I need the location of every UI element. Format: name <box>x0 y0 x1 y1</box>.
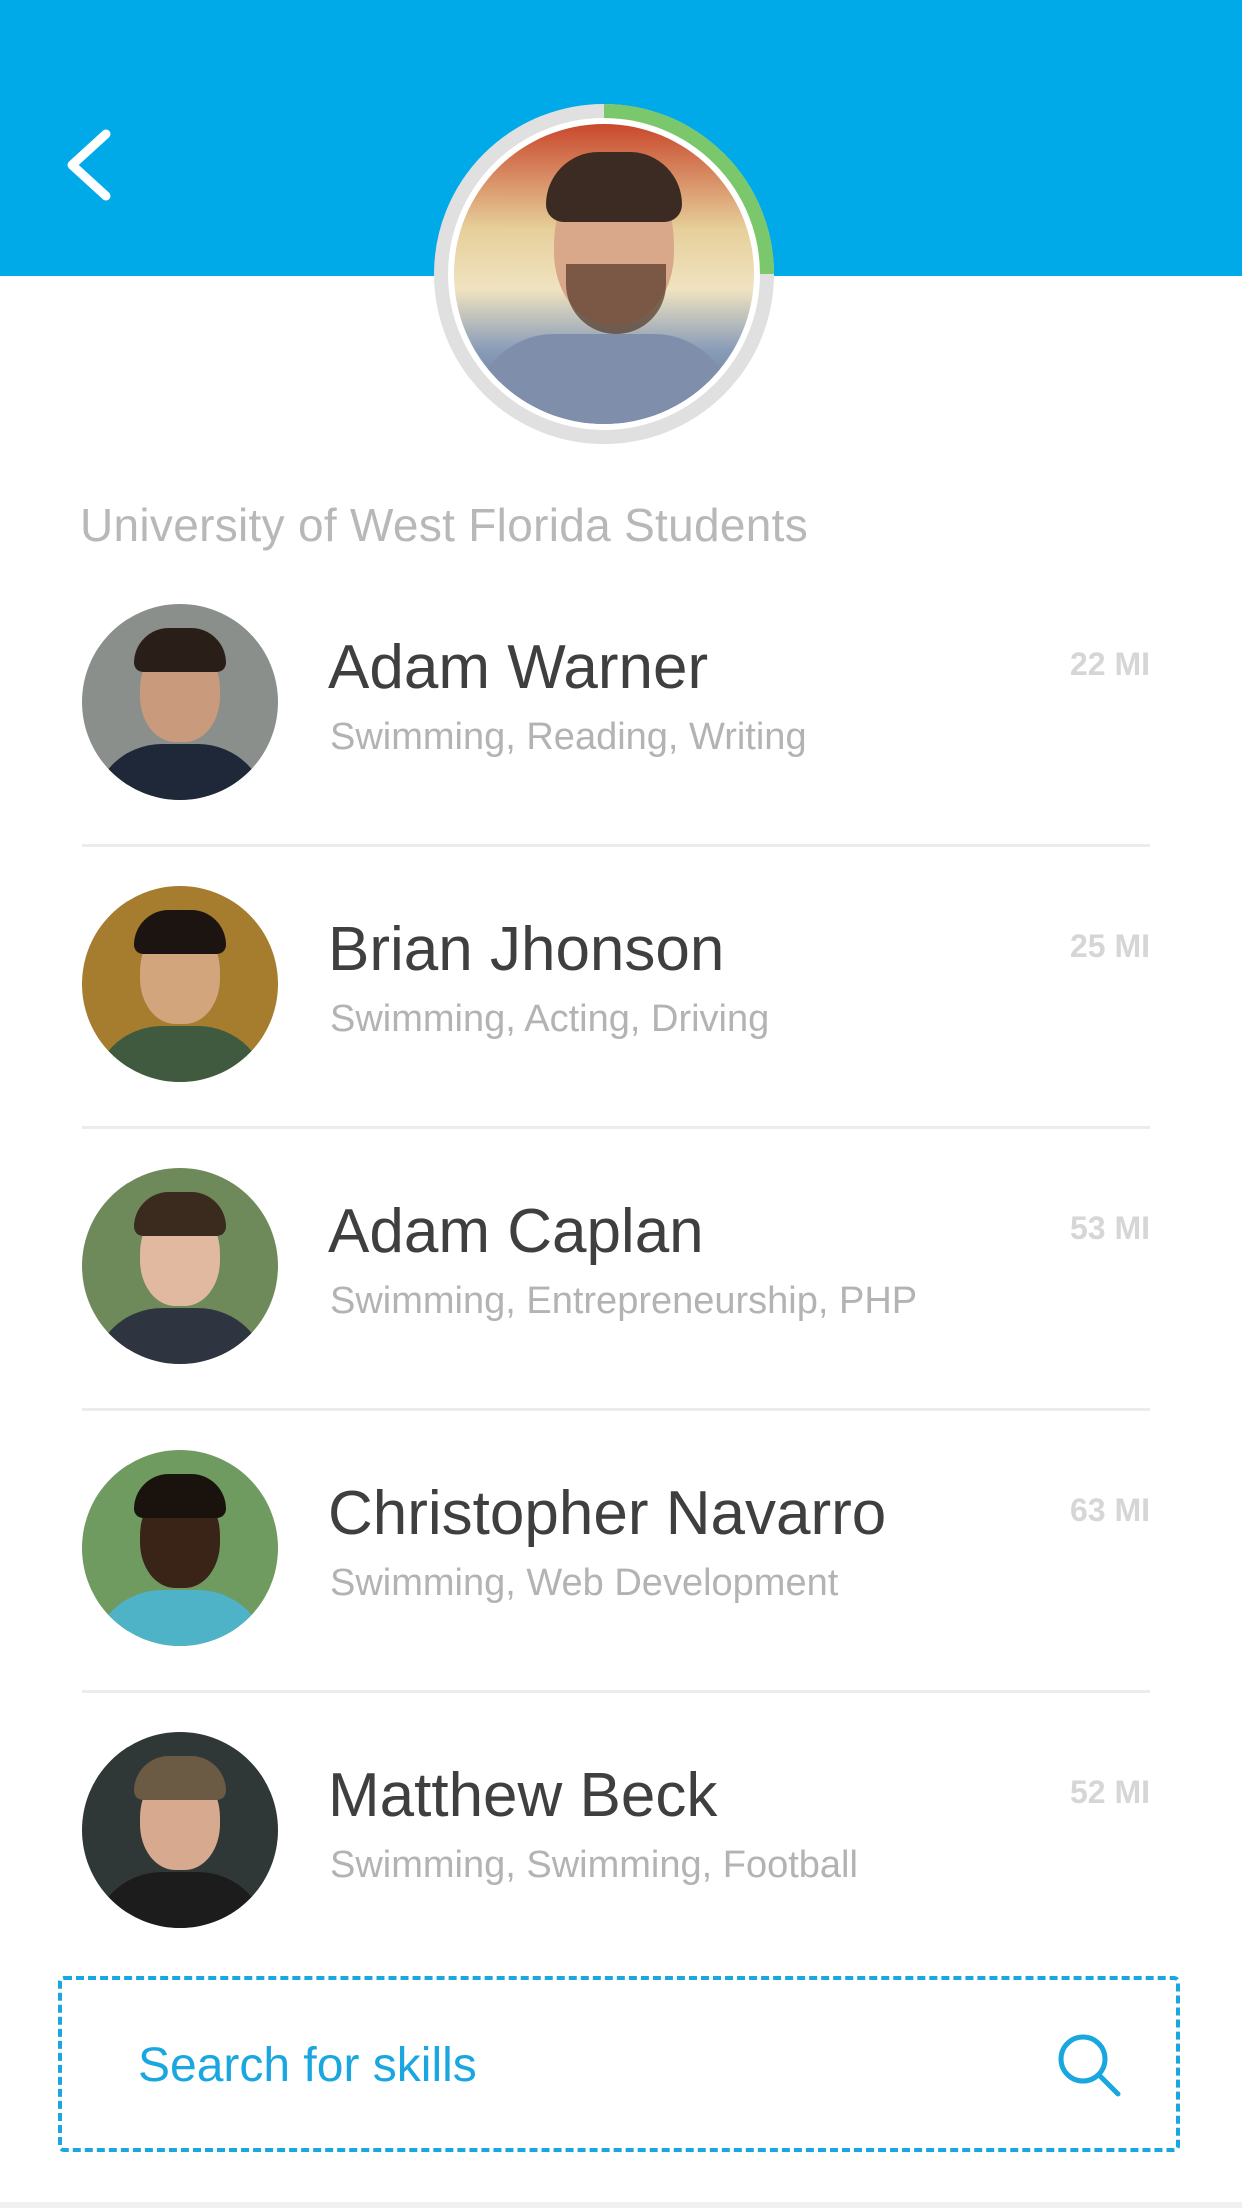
person-name: Brian Jhonson <box>328 915 725 984</box>
person-skills: Swimming, Reading, Writing <box>330 716 807 758</box>
distance-label: 53 MI <box>1069 1210 1150 1246</box>
search-input[interactable] <box>138 2030 998 2100</box>
search-icon[interactable] <box>1054 2030 1124 2100</box>
list-divider <box>82 1408 1150 1411</box>
list-divider <box>82 1126 1150 1129</box>
search-box[interactable] <box>58 1976 1180 2152</box>
avatar <box>82 886 278 1082</box>
person-skills: Swimming, Swimming, Football <box>330 1844 858 1886</box>
person-name: Adam Warner <box>328 633 709 702</box>
avatar <box>82 1168 278 1364</box>
list-divider <box>82 844 1150 847</box>
app-screen: University of West Florida Students Adam… <box>0 0 1242 2208</box>
distance-label: 22 MI <box>1069 646 1150 682</box>
person-skills: Swimming, Acting, Driving <box>330 998 770 1040</box>
person-name: Matthew Beck <box>328 1761 718 1830</box>
distance-label: 25 MI <box>1069 928 1150 964</box>
distance-label: 52 MI <box>1069 1774 1150 1810</box>
person-skills: Swimming, Entrepreneurship, PHP <box>330 1280 918 1322</box>
list-item[interactable]: Matthew Beck Swimming, Swimming, Football… <box>0 1732 1242 2014</box>
avatar <box>82 1450 278 1646</box>
avatar <box>82 1732 278 1928</box>
bottom-divider <box>0 2202 1242 2208</box>
person-skills: Swimming, Web Development <box>330 1562 839 1604</box>
avatar <box>82 604 278 800</box>
distance-label: 63 MI <box>1069 1492 1150 1528</box>
people-list: Adam Warner Swimming, Reading, Writing 22 … <box>0 0 1242 2208</box>
list-divider <box>82 1690 1150 1693</box>
person-name: Christopher Navarro <box>328 1479 887 1548</box>
person-name: Adam Caplan <box>328 1197 704 1266</box>
